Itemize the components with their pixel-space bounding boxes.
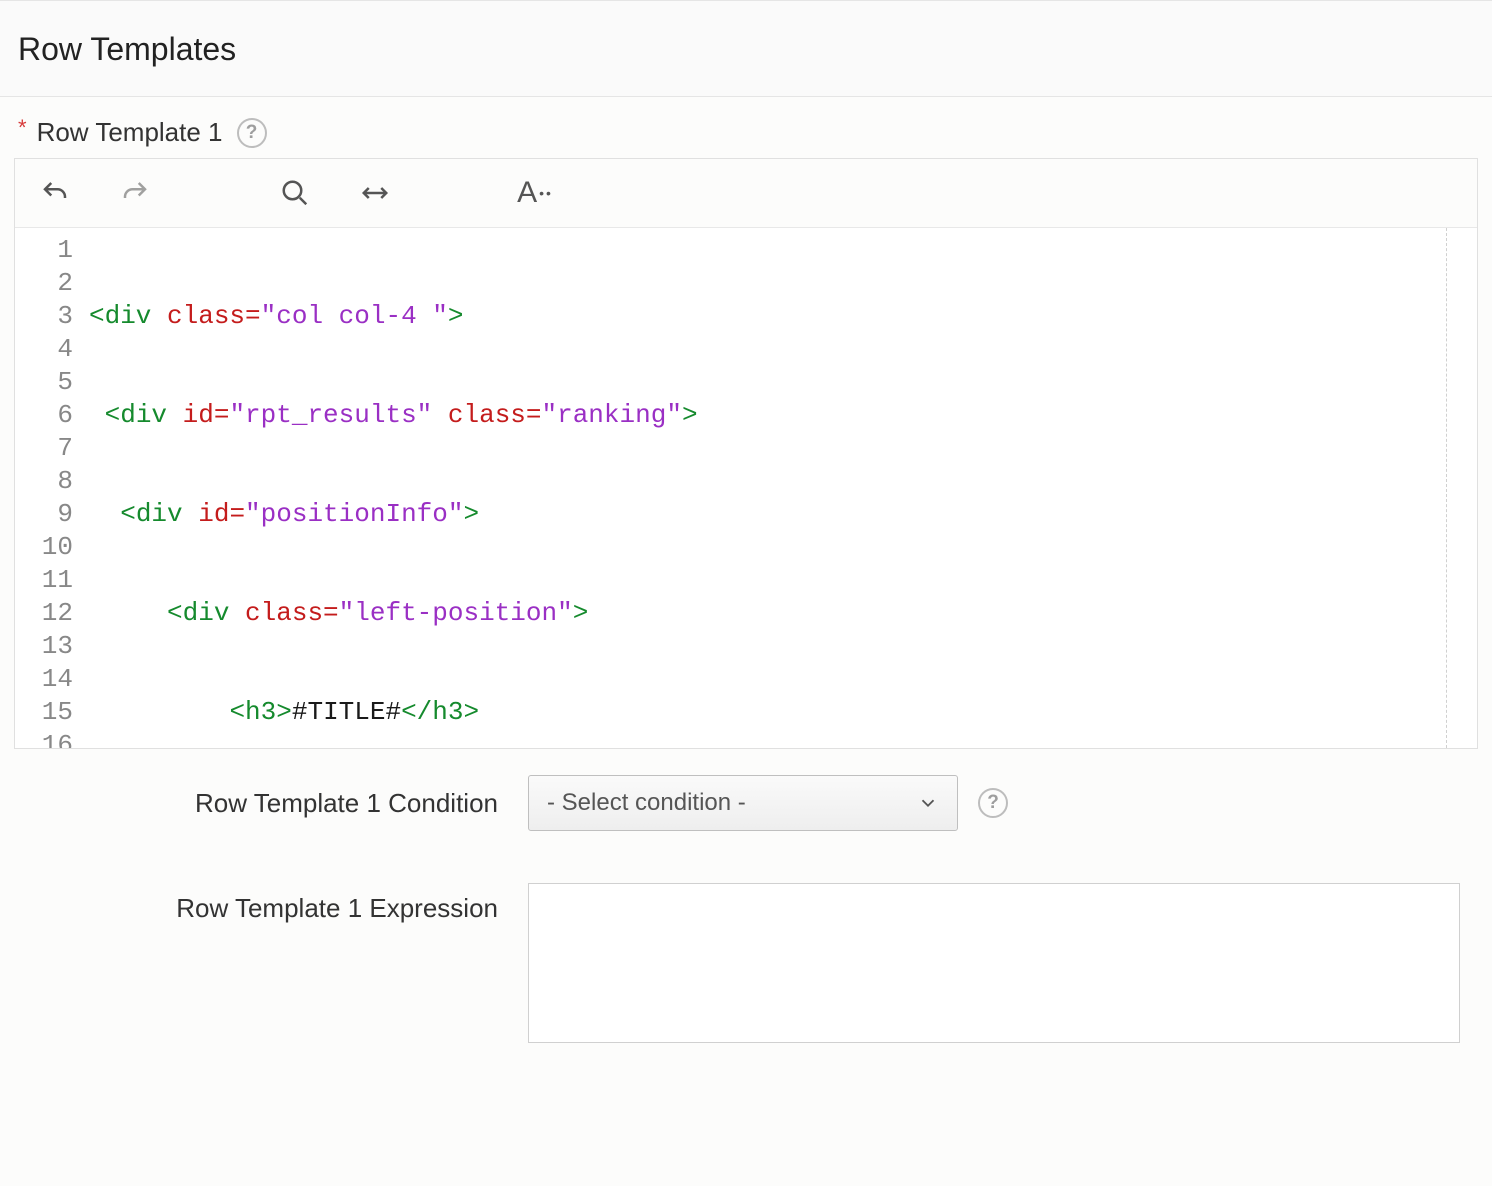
line-number: 16 [15,729,73,748]
expression-label: Row Template 1 Expression [18,883,528,924]
line-gutter: 1 2 3 4 5 6 7 8 9 10 11 12 13 14 15 16 [15,228,85,748]
help-icon[interactable]: ? [978,788,1008,818]
field-label-wrap: * Row Template 1 ? [18,117,267,148]
required-indicator: * [18,117,27,139]
section-title: Row Templates [18,31,1474,68]
line-number: 6 [15,399,73,432]
line-number: 15 [15,696,73,729]
line-number: 8 [15,465,73,498]
code-editor-wrap: A•• 1 2 3 4 5 6 7 8 9 10 11 12 13 14 15 … [14,158,1478,749]
code-line: <div class="left-position"> [89,597,1446,630]
section-header: Row Templates [0,0,1492,97]
help-icon[interactable]: ? [237,118,267,148]
expression-textarea[interactable] [528,883,1460,1043]
redo-button[interactable] [115,173,155,213]
code-line: <div class="col col-4 "> [89,300,1446,333]
line-number: 10 [15,531,73,564]
condition-select[interactable]: - Select condition - [528,775,958,831]
font-settings-button[interactable]: A•• [515,173,555,213]
code-line: <div id="rpt_results" class="ranking"> [89,399,1446,432]
editor-toolbar: A•• [15,159,1477,228]
undo-button[interactable] [35,173,75,213]
field-label: Row Template 1 [37,117,223,148]
line-number: 2 [15,267,73,300]
line-number: 11 [15,564,73,597]
line-number: 13 [15,630,73,663]
expand-horizontal-button[interactable] [355,173,395,213]
line-number: 5 [15,366,73,399]
code-editor[interactable]: 1 2 3 4 5 6 7 8 9 10 11 12 13 14 15 16 <… [15,228,1477,748]
chevron-down-icon [917,792,939,814]
condition-select-value: - Select condition - [547,789,746,817]
expression-row: Row Template 1 Expression [0,857,1492,1069]
condition-row: Row Template 1 Condition - Select condit… [0,749,1492,857]
search-button[interactable] [275,173,315,213]
line-number: 7 [15,432,73,465]
line-number: 3 [15,300,73,333]
code-area[interactable]: <div class="col col-4 "> <div id="rpt_re… [85,228,1447,748]
line-number: 12 [15,597,73,630]
code-line: <div id="positionInfo"> [89,498,1446,531]
condition-label: Row Template 1 Condition [18,788,528,819]
line-number: 14 [15,663,73,696]
code-line: <h3>#TITLE#</h3> [89,696,1446,729]
field-row-template1: * Row Template 1 ? [0,97,1492,158]
line-number: 9 [15,498,73,531]
line-number: 4 [15,333,73,366]
line-number: 1 [15,234,73,267]
